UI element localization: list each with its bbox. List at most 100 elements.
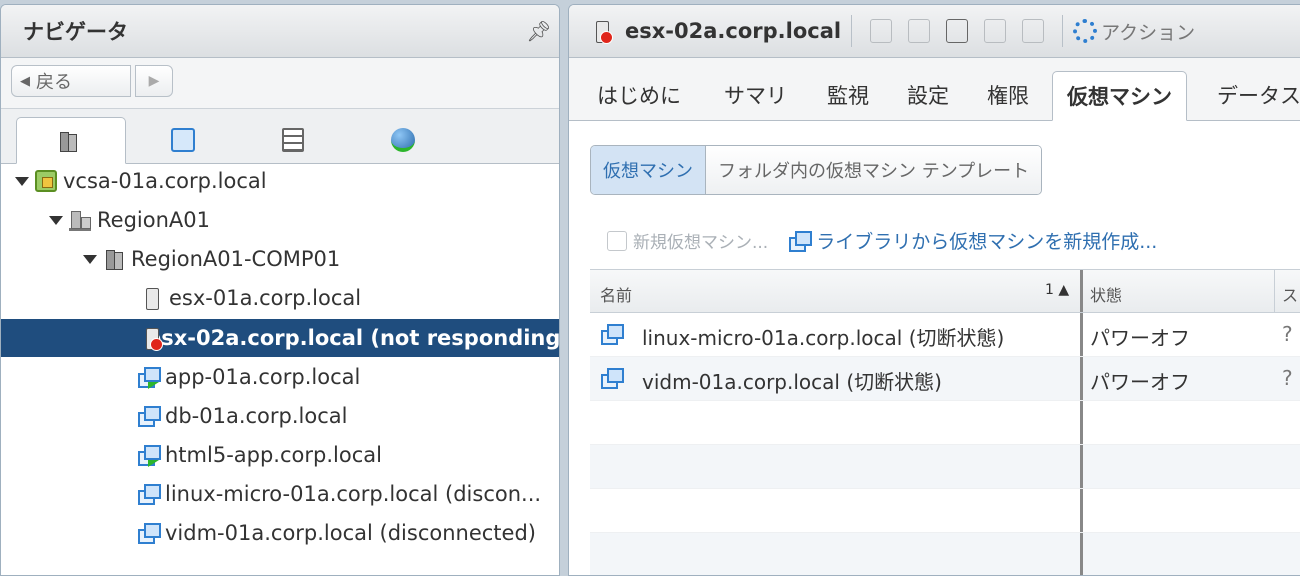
navigator-tabs <box>1 109 559 164</box>
vm-icon <box>137 522 161 544</box>
tab-vms-templates[interactable] <box>128 117 238 163</box>
empty-row <box>590 489 1300 533</box>
table-row[interactable]: linux-micro-01a.corp.local (切断状態) パワーオフ … <box>590 313 1300 357</box>
vm-icon <box>600 367 624 389</box>
tree-node-label: RegionA01-COMP01 <box>131 247 341 271</box>
cluster-icon <box>103 248 125 270</box>
object-tabs: はじめに サマリ 監視 設定 権限 仮想マシン データス <box>569 58 1300 121</box>
back-arrow-icon: ◀ <box>20 73 30 89</box>
vm-powered-on-icon <box>137 444 161 467</box>
navigator-header: ナビゲータ 📌︎ <box>1 5 559 58</box>
column-header-status[interactable]: ス <box>1282 282 1298 306</box>
tab-summary[interactable]: サマリ <box>724 80 787 110</box>
grid-header: 名前 1 ▲ 状態 ス <box>590 270 1300 313</box>
column-divider[interactable] <box>1080 270 1083 312</box>
tree-node-label: db-01a.corp.local <box>165 404 348 428</box>
actions-menu[interactable]: アクション <box>1101 18 1195 45</box>
hosts-clusters-icon <box>57 130 79 152</box>
tree-node-label: linux-micro-01a.corp.local (discon... <box>165 482 542 506</box>
expand-arrow-icon[interactable] <box>15 176 29 186</box>
segment-vms[interactable]: 仮想マシン <box>591 146 706 194</box>
gear-icon[interactable] <box>1073 19 1098 43</box>
tree-node-label: app-01a.corp.local <box>165 365 361 389</box>
pin-icon[interactable]: 📌︎ <box>519 19 559 43</box>
tree-node-host[interactable]: esx-01a.corp.local <box>141 279 361 317</box>
object-title: esx-02a.corp.local <box>625 19 842 43</box>
host-warning-icon <box>591 20 613 44</box>
migrate-host-icon[interactable] <box>908 19 931 43</box>
tree-node-vm[interactable]: html5-app.corp.local <box>137 436 382 474</box>
tab-vms[interactable]: 仮想マシン <box>1052 71 1187 121</box>
vm-name-cell: linux-micro-01a.corp.local (切断状態) <box>642 326 1005 350</box>
tree-node-vm[interactable]: app-01a.corp.local <box>137 358 360 396</box>
column-header-name[interactable]: 名前 <box>600 282 632 306</box>
tree-node-vm[interactable]: vidm-01a.corp.local (disconnected) <box>137 514 536 552</box>
expand-arrow-icon[interactable] <box>49 215 63 225</box>
tree-node-label: vidm-01a.corp.local (disconnected) <box>165 521 536 545</box>
tree-node-label: vcsa-01a.corp.local <box>63 169 267 193</box>
tree-node-label: RegionA01 <box>97 208 210 232</box>
vm-state-cell: パワーオフ <box>1090 370 1190 394</box>
back-label: 戻る <box>36 72 72 93</box>
tree-node-cluster[interactable]: RegionA01-COMP01 <box>83 240 340 278</box>
vm-powered-on-icon <box>137 366 161 389</box>
tree-node-label: html5-app.corp.local <box>165 443 382 467</box>
navigator-title: ナビゲータ <box>23 20 128 44</box>
tab-storage[interactable] <box>238 117 348 163</box>
add-host-icon[interactable] <box>870 19 893 43</box>
back-button[interactable]: ◀ 戻る <box>11 65 131 97</box>
networking-icon <box>391 128 415 152</box>
new-vm-icon <box>607 230 627 251</box>
status-help-icon: ? <box>1282 322 1293 346</box>
segment-vm-templates[interactable]: フォルダ内の仮想マシン テンプレート <box>706 146 1042 194</box>
host-profile-icon[interactable] <box>984 19 1007 43</box>
tab-getting-started[interactable]: はじめに <box>597 80 681 110</box>
history-bar: ◀ 戻る ▶ <box>1 58 559 109</box>
forward-arrow-icon: ▶ <box>148 73 160 89</box>
vm-icon <box>137 483 161 505</box>
vm-state-cell: パワーオフ <box>1090 326 1190 350</box>
tree-node-label: esx-01a.corp.local <box>169 286 362 310</box>
new-vm-from-library-link[interactable]: ライブラリから仮想マシンを新規作成... <box>816 227 1157 254</box>
toolbar-separator <box>1062 15 1064 47</box>
tree-node-label: esx-02a.corp.local (not responding) <box>147 326 560 350</box>
tab-permissions[interactable]: 権限 <box>987 80 1029 110</box>
vm-actions: 新規仮想マシン... ライブラリから仮想マシンを新規作成... <box>607 227 1157 254</box>
table-row[interactable]: vidm-01a.corp.local (切断状態) パワーオフ ? <box>590 357 1300 401</box>
column-header-state[interactable]: 状態 <box>1090 282 1122 306</box>
maintenance-mode-icon[interactable] <box>946 19 969 43</box>
tab-datastores[interactable]: データス <box>1217 80 1300 110</box>
empty-row <box>590 533 1300 575</box>
vcenter-icon <box>35 170 57 192</box>
new-vm-link[interactable]: 新規仮想マシン... <box>633 228 768 253</box>
empty-row <box>590 401 1300 445</box>
tab-networking[interactable] <box>348 117 458 163</box>
navigator-panel: ナビゲータ 📌︎ ◀ 戻る ▶ vcsa-01a.corp.local Regi… <box>0 4 560 576</box>
vm-icon <box>137 405 161 427</box>
tab-monitor[interactable]: 監視 <box>827 80 869 110</box>
vms-templates-icon <box>171 128 195 152</box>
forward-button[interactable]: ▶ <box>135 65 173 97</box>
vm-view-toggle: 仮想マシン フォルダ内の仮想マシン テンプレート <box>590 145 1043 195</box>
sort-indicator[interactable]: 1 ▲ <box>1045 282 1069 298</box>
tab-configure[interactable]: 設定 <box>907 80 949 110</box>
tree-node-vm[interactable]: linux-micro-01a.corp.local (discon... <box>137 475 541 513</box>
host-icon <box>141 287 163 310</box>
object-panel: esx-02a.corp.local アクション はじめに サマリ 監視 設定 … <box>568 4 1300 576</box>
tree-node-host-selected[interactable]: esx-02a.corp.local (not responding) <box>1 319 559 357</box>
vm-name-cell: vidm-01a.corp.local (切断状態) <box>642 370 942 394</box>
library-vm-icon <box>788 230 813 252</box>
status-help-icon: ? <box>1282 366 1293 390</box>
column-divider[interactable] <box>1274 270 1275 312</box>
empty-row <box>590 445 1300 489</box>
tree-node-vcenter[interactable]: vcsa-01a.corp.local <box>15 162 267 200</box>
vm-icon <box>600 323 624 345</box>
object-header: esx-02a.corp.local アクション <box>569 5 1300 58</box>
vm-grid: 名前 1 ▲ 状態 ス linux-micro-01a.corp.local (… <box>590 269 1300 575</box>
expand-arrow-icon[interactable] <box>83 254 97 264</box>
tree-node-vm[interactable]: db-01a.corp.local <box>137 397 347 435</box>
tab-hosts-clusters[interactable] <box>16 117 126 164</box>
reboot-host-icon[interactable] <box>1022 19 1045 43</box>
tree-node-datacenter[interactable]: RegionA01 <box>49 201 210 239</box>
storage-icon <box>282 128 304 152</box>
